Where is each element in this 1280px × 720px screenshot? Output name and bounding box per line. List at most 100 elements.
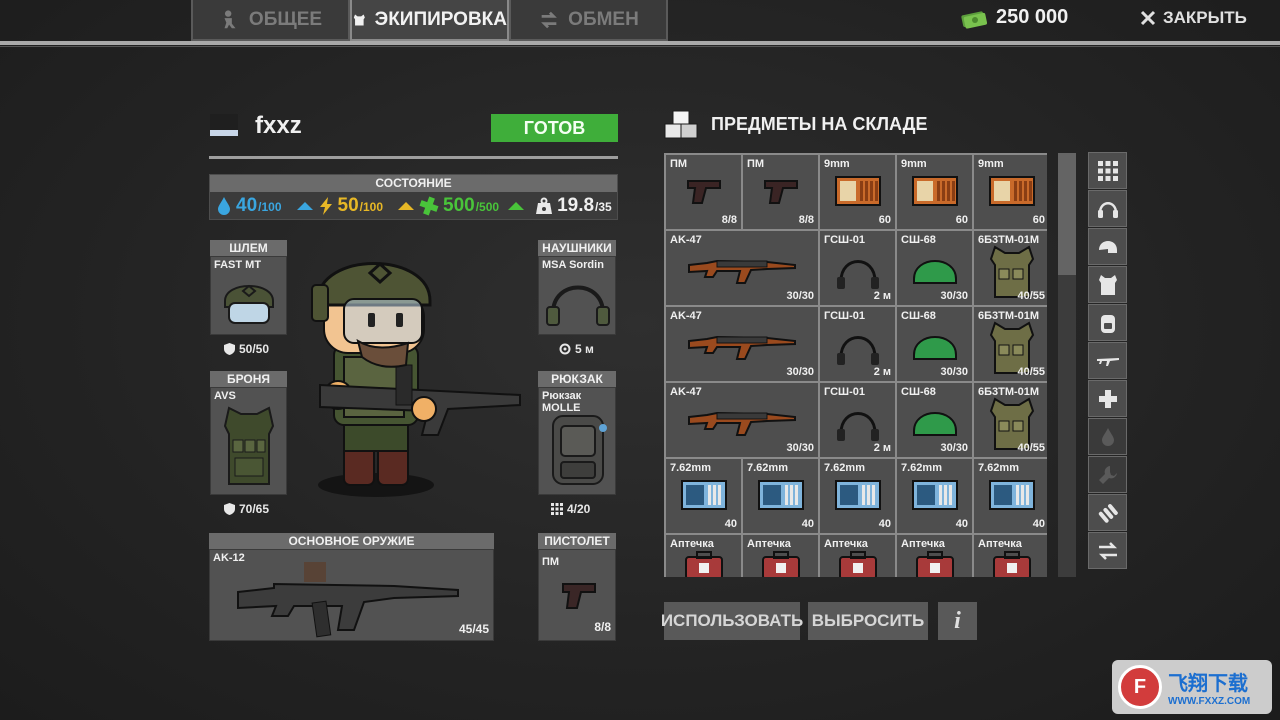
pistol-slot[interactable]: ПМ 8/8 bbox=[538, 549, 616, 641]
status-title: СОСТОЯНИЕ bbox=[210, 175, 617, 192]
filter-headphones[interactable] bbox=[1088, 190, 1127, 227]
close-label: ЗАКРЫТЬ bbox=[1163, 8, 1247, 27]
warehouse-item[interactable]: 7.62mm 40 bbox=[897, 459, 972, 533]
warehouse-item[interactable]: Аптечка bbox=[666, 535, 741, 577]
shield-icon bbox=[224, 503, 235, 515]
item-name: ГСШ-01 bbox=[824, 234, 865, 246]
warehouse-scrollbar-thumb[interactable] bbox=[1058, 153, 1076, 275]
item-count: 30/30 bbox=[940, 442, 968, 454]
warehouse-item[interactable]: 6Б3ТМ-01М 40/55 bbox=[974, 231, 1047, 305]
helmet-slot[interactable]: FAST MT bbox=[210, 256, 287, 335]
warehouse-item[interactable]: 7.62mm 40 bbox=[820, 459, 895, 533]
headphones-range: 5 м bbox=[559, 342, 594, 356]
armor-slot[interactable]: AVS bbox=[210, 387, 287, 495]
warehouse-item[interactable]: 9mm 60 bbox=[974, 155, 1047, 229]
item-name: СШ-68 bbox=[901, 234, 936, 246]
filter-medical[interactable] bbox=[1088, 380, 1127, 417]
backpack-slot[interactable]: Рюкзак MOLLE bbox=[538, 387, 616, 495]
medkit-icon bbox=[1098, 389, 1117, 408]
weight-stat: 19.8 /35 bbox=[557, 195, 612, 217]
filter-helmets[interactable] bbox=[1088, 228, 1127, 265]
armor-item-name: AVS bbox=[214, 390, 236, 402]
filter-ammo[interactable] bbox=[1088, 494, 1127, 531]
filter-armor[interactable] bbox=[1088, 266, 1127, 303]
ready-button[interactable]: ГОТОВ bbox=[491, 114, 618, 142]
filter-weapons[interactable] bbox=[1088, 342, 1127, 379]
item-name: 7.62mm bbox=[747, 462, 788, 474]
warehouse-item[interactable]: AK-47 30/30 bbox=[666, 307, 818, 381]
warehouse-item[interactable]: 6Б3ТМ-01М 40/55 bbox=[974, 383, 1047, 457]
backpack-capacity: 4/20 bbox=[551, 502, 590, 516]
warehouse-item[interactable]: 9mm 60 bbox=[897, 155, 972, 229]
drop-button[interactable]: ВЫБРОСИТЬ bbox=[808, 602, 928, 640]
warehouse-item[interactable]: СШ-68 30/30 bbox=[897, 307, 972, 381]
warehouse-item[interactable]: ГСШ-01 2 м bbox=[820, 307, 895, 381]
item-count: 60 bbox=[955, 214, 968, 226]
energy-max: /100 bbox=[359, 200, 383, 214]
warehouse-item[interactable]: 7.62mm 40 bbox=[743, 459, 818, 533]
warehouse-item[interactable]: СШ-68 30/30 bbox=[897, 231, 972, 305]
filter-tools[interactable] bbox=[1088, 456, 1127, 493]
arrow-up-icon bbox=[398, 202, 414, 210]
tab-exchange-label: ОБМЕН bbox=[568, 8, 639, 30]
filter-backpacks[interactable] bbox=[1088, 304, 1127, 341]
close-icon bbox=[1140, 10, 1156, 26]
warehouse-item[interactable]: AK-47 30/30 bbox=[666, 231, 818, 305]
warehouse-item[interactable]: ПМ 8/8 bbox=[666, 155, 741, 229]
warehouse-item[interactable]: Аптечка bbox=[743, 535, 818, 577]
tab-exchange[interactable]: ОБМЕН bbox=[509, 0, 668, 41]
item-count: 30/30 bbox=[786, 442, 814, 454]
item-count: 30/30 bbox=[786, 366, 814, 378]
warehouse-item[interactable]: ГСШ-01 2 м bbox=[820, 231, 895, 305]
warehouse-item[interactable]: Аптечка bbox=[897, 535, 972, 577]
item-count: 40/55 bbox=[1017, 290, 1045, 302]
grid-icon bbox=[1097, 160, 1118, 181]
item-count: 40 bbox=[955, 518, 968, 530]
primary-slot-title: ОСНОВНОЕ ОРУЖИЕ bbox=[209, 533, 494, 549]
soldier-icon bbox=[224, 9, 236, 28]
helmet-durability-value: 50/50 bbox=[239, 342, 270, 356]
filter-food[interactable] bbox=[1088, 418, 1127, 455]
primary-slot[interactable]: AK-12 45/45 bbox=[209, 549, 494, 641]
player-divider bbox=[209, 156, 618, 159]
warehouse-item[interactable]: ПМ 8/8 bbox=[743, 155, 818, 229]
energy-stat: 50 /100 bbox=[338, 195, 384, 217]
warehouse-item[interactable]: 7.62mm 40 bbox=[666, 459, 741, 533]
item-name: ПМ bbox=[670, 158, 688, 170]
item-name: 9mm bbox=[824, 158, 850, 170]
filter-exchange[interactable] bbox=[1088, 532, 1127, 569]
warehouse-item[interactable]: СШ-68 30/30 bbox=[897, 383, 972, 457]
money-amount: 250 000 bbox=[996, 6, 1069, 28]
status-panel: СОСТОЯНИЕ 40 /100 50 /100 500 /500 19.8 … bbox=[209, 174, 618, 220]
warehouse-item[interactable]: 7.62mm 40 bbox=[974, 459, 1047, 533]
item-count: 40 bbox=[801, 518, 814, 530]
tab-general[interactable]: ОБЩЕЕ bbox=[191, 0, 350, 41]
lightning-icon bbox=[319, 197, 332, 215]
grid-icon bbox=[551, 503, 563, 515]
warehouse-item[interactable]: 9mm 60 bbox=[820, 155, 895, 229]
item-name: AK-47 bbox=[670, 234, 702, 246]
item-count: 40 bbox=[878, 518, 891, 530]
item-count: 2 м bbox=[873, 366, 891, 378]
headphones-item-name: MSA Sordin bbox=[542, 259, 604, 271]
close-button[interactable]: ЗАКРЫТЬ bbox=[1140, 8, 1247, 28]
warehouse-item[interactable]: AK-47 30/30 bbox=[666, 383, 818, 457]
item-count: 2 м bbox=[873, 442, 891, 454]
headphones-slot[interactable]: MSA Sordin bbox=[538, 256, 616, 335]
warehouse-item[interactable]: Аптечка bbox=[974, 535, 1047, 577]
warehouse-item[interactable]: Аптечка bbox=[820, 535, 895, 577]
helmet-image bbox=[224, 284, 274, 324]
info-button[interactable]: i bbox=[938, 602, 977, 640]
swap-icon bbox=[541, 11, 558, 28]
use-button[interactable]: ИСПОЛЬЗОВАТЬ bbox=[661, 602, 803, 640]
filter-all[interactable] bbox=[1088, 152, 1127, 189]
warehouse-item[interactable]: 6Б3ТМ-01М 40/55 bbox=[974, 307, 1047, 381]
tab-equipment[interactable]: ЭКИПИРОВКА bbox=[350, 0, 509, 41]
rifle-icon bbox=[1096, 357, 1119, 366]
warehouse-item[interactable]: ГСШ-01 2 м bbox=[820, 383, 895, 457]
target-icon bbox=[559, 343, 571, 355]
helmet-durability: 50/50 bbox=[224, 342, 269, 356]
item-name: 9mm bbox=[978, 158, 1004, 170]
pm-pistol-image bbox=[562, 583, 596, 609]
item-count: 60 bbox=[878, 214, 891, 226]
